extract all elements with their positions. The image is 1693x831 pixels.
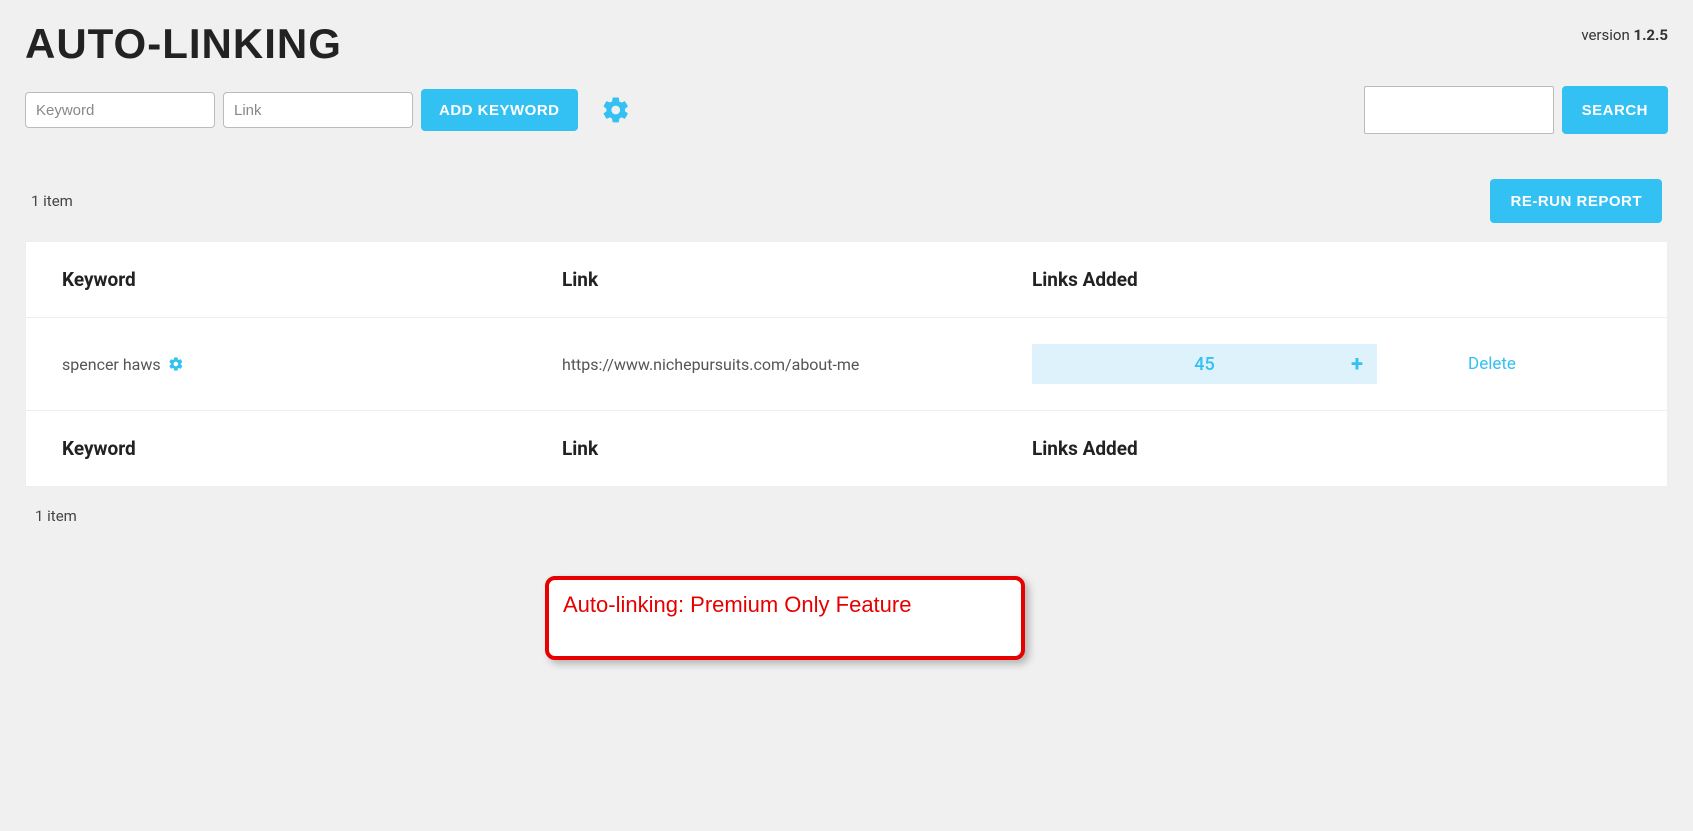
keyword-table: Keyword Link Links Added spencer haws ht… bbox=[25, 241, 1668, 487]
col-keyword: Keyword bbox=[62, 268, 562, 291]
plus-icon: + bbox=[1351, 352, 1363, 377]
rerun-report-button[interactable]: RE-RUN REPORT bbox=[1490, 179, 1662, 223]
col-keyword-footer: Keyword bbox=[62, 437, 562, 460]
search-input[interactable] bbox=[1364, 86, 1554, 134]
item-count-top: 1 item bbox=[31, 192, 73, 210]
settings-gear-icon[interactable] bbox=[598, 92, 634, 128]
table-footer-row: Keyword Link Links Added bbox=[26, 411, 1667, 486]
version-label: version 1.2.5 bbox=[1581, 26, 1668, 44]
col-link-footer: Link bbox=[562, 437, 1032, 460]
add-keyword-button[interactable]: ADD KEYWORD bbox=[421, 89, 578, 131]
col-link: Link bbox=[562, 268, 1032, 291]
item-count-bottom: 1 item bbox=[25, 507, 1668, 525]
link-input[interactable] bbox=[223, 92, 413, 128]
page-title: AUTO-LINKING bbox=[25, 20, 342, 68]
delete-link[interactable]: Delete bbox=[1402, 354, 1582, 374]
table-row: spencer haws https://www.nichepursuits.c… bbox=[26, 318, 1667, 411]
search-button[interactable]: SEARCH bbox=[1562, 86, 1668, 134]
col-links-added-footer: Links Added bbox=[1032, 437, 1402, 460]
keyword-input[interactable] bbox=[25, 92, 215, 128]
links-added-badge[interactable]: 45 + bbox=[1032, 344, 1377, 384]
col-links-added: Links Added bbox=[1032, 268, 1402, 291]
links-added-count: 45 bbox=[1194, 354, 1214, 375]
table-header-row: Keyword Link Links Added bbox=[26, 242, 1667, 318]
keyword-value: spencer haws bbox=[62, 355, 161, 374]
link-value: https://www.nichepursuits.com/about-me bbox=[562, 355, 1032, 374]
premium-callout: Auto-linking: Premium Only Feature bbox=[545, 576, 1025, 660]
callout-text: Auto-linking: Premium Only Feature bbox=[563, 592, 1007, 618]
row-settings-gear-icon[interactable] bbox=[167, 355, 185, 373]
